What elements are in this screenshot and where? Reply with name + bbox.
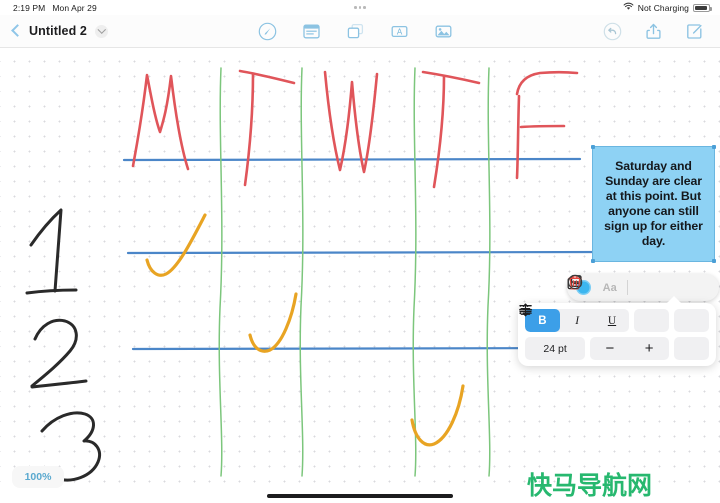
font-style-button[interactable]: Aa [603,282,617,294]
app-root: 2:19 PM Mon Apr 29 Not Charging Untitled… [0,0,720,503]
line-spacing-icon[interactable] [519,303,709,332]
font-size-value[interactable]: 24 pt [525,337,586,360]
text-style-segmented-control: B I U [525,309,630,332]
home-indicator[interactable] [267,494,453,498]
wifi-icon [623,2,634,13]
resize-handle-top-right[interactable] [712,145,716,149]
font-size-stepper: − + [590,337,669,360]
align-left-icon[interactable] [519,304,670,332]
shapes-icon[interactable] [346,22,365,41]
sticky-note[interactable]: Saturday and Sunday are clear at this po… [591,145,716,263]
format-row-size: 24 pt − + [519,304,709,360]
format-row-style: B I U [519,303,709,332]
resize-handle-bottom-left[interactable] [591,259,595,263]
text-format-popover: B I U 24 pt − + [518,296,716,366]
document-title[interactable]: Untitled 2 [29,24,87,38]
handwriting-layer [25,67,612,482]
zoom-level-badge[interactable]: 100% [12,466,64,488]
navigation-bar-right [603,22,720,41]
popover-caret [666,296,682,304]
multitasking-dots-icon[interactable] [354,6,366,9]
status-bar-right: Not Charging [623,2,720,13]
duplicate-icon[interactable] [567,275,654,296]
status-bar-center [97,6,623,9]
image-icon[interactable] [434,22,453,41]
font-size-decrease-button[interactable]: − [590,337,629,360]
text-note-icon[interactable] [302,22,321,41]
status-bar: 2:19 PM Mon Apr 29 Not Charging [0,0,720,15]
status-date: Mon Apr 29 [52,2,97,13]
text-box-icon[interactable]: A [390,22,409,41]
svg-text:A: A [397,27,403,36]
italic-button[interactable]: I [560,309,595,332]
underline-button[interactable]: U [595,309,630,332]
column-lines [218,67,491,477]
watermark: 快马导航网 [527,471,653,500]
chevron-left-icon[interactable] [9,25,21,37]
bulleted-list-icon[interactable] [519,304,709,360]
undo-icon[interactable] [603,22,622,41]
font-size-increase-button[interactable]: + [630,337,669,360]
battery-status-label: Not Charging [637,2,689,13]
selection-action-bar: Aa [567,274,719,301]
navigation-bar-left: Untitled 2 [0,24,108,38]
compose-icon[interactable] [685,22,704,41]
status-time: 2:19 PM [13,2,46,13]
more-ellipsis-icon[interactable] [567,274,710,296]
row-numbers [25,208,101,482]
action-bar-divider [626,280,628,295]
resize-handle-top-left[interactable] [591,145,595,149]
weekday-letters [131,69,579,189]
share-icon[interactable] [644,22,663,41]
pen-tool-icon[interactable] [258,22,277,41]
note-canvas[interactable]: Saturday and Sunday are clear at this po… [0,48,720,488]
tool-palette: A [108,22,603,41]
battery-icon [693,3,712,12]
sticky-note-text: Saturday and Sunday are clear at this po… [604,159,703,248]
navigation-bar: Untitled 2 A [0,15,720,48]
chevron-down-icon[interactable] [94,24,108,38]
trash-icon[interactable] [568,275,682,296]
resize-handle-bottom-right[interactable] [712,259,716,263]
status-bar-left: 2:19 PM Mon Apr 29 [0,3,97,13]
